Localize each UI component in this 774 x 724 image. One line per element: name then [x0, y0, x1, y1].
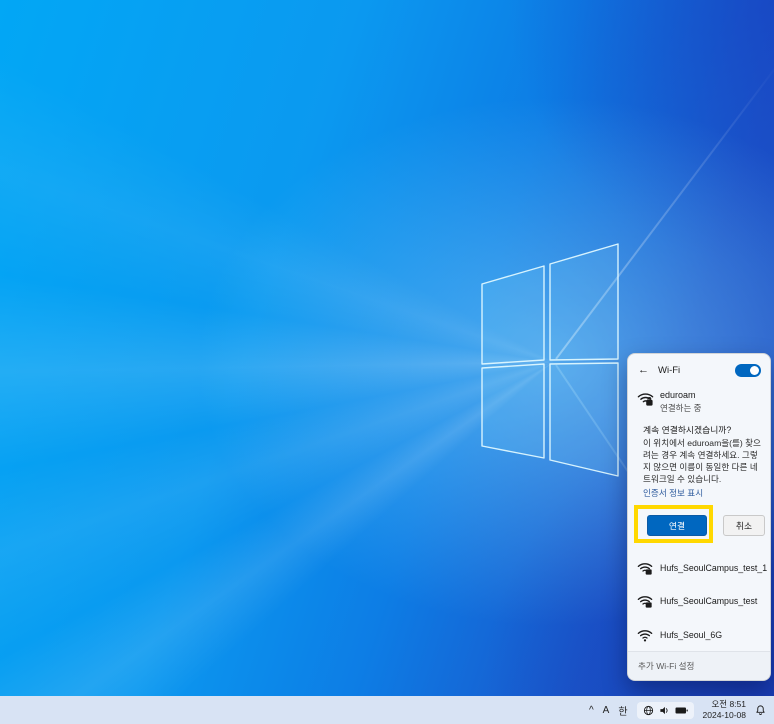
wifi-panel-title: Wi-Fi	[658, 365, 680, 376]
connecting-status: 연결하는 중	[660, 402, 701, 414]
speaker-icon	[659, 705, 670, 716]
connect-button[interactable]: 연결	[647, 515, 707, 536]
ime-latin-indicator[interactable]: A	[603, 705, 610, 716]
network-ssid: Hufs_Seoul_6G	[660, 630, 722, 640]
wifi-icon	[637, 627, 653, 643]
back-button[interactable]: ←	[638, 365, 649, 376]
connecting-network-item[interactable]: eduroam 연결하는 중	[637, 390, 762, 414]
prompt-title: 계속 연결하시겠습니까?	[643, 424, 763, 436]
windows-logo	[480, 240, 620, 480]
notification-bell-icon[interactable]	[755, 704, 766, 716]
connecting-ssid: eduroam	[660, 390, 701, 400]
network-ssid: Hufs_SeoulCampus_test_1	[660, 563, 767, 573]
clock-time: 오전 8:51	[703, 699, 746, 710]
battery-icon	[675, 705, 688, 716]
prompt-body: 이 위치에서 eduroam을(를) 찾으려는 경우 계속 연결하세요. 그렇지…	[643, 438, 763, 485]
wifi-secured-icon	[637, 560, 653, 576]
wifi-flyout-panel: ← Wi-Fi eduroam 연결하는 중 계속 연결하시겠습니까? 이 위치…	[627, 353, 771, 681]
wifi-secured-icon	[637, 390, 654, 407]
taskbar: ^ A 한 오전 8:51 2024-10-08	[0, 696, 774, 724]
connect-prompt: 계속 연결하시겠습니까? 이 위치에서 eduroam을(를) 찾으려는 경우 …	[643, 424, 763, 499]
taskbar-clock[interactable]: 오전 8:51 2024-10-08	[703, 699, 746, 720]
ime-korean-indicator[interactable]: 한	[618, 703, 627, 718]
wifi-secured-icon	[637, 593, 653, 609]
certificate-details-link[interactable]: 인증서 정보 표시	[643, 488, 763, 500]
wifi-toggle[interactable]	[735, 364, 761, 377]
system-tray-group[interactable]	[637, 702, 694, 719]
cancel-button[interactable]: 취소	[723, 515, 765, 536]
network-globe-icon	[643, 705, 654, 716]
network-list-item[interactable]: Hufs_SeoulCampus_test_1	[637, 554, 764, 582]
more-wifi-settings-link[interactable]: 추가 Wi-Fi 설정	[628, 652, 770, 680]
network-list-item[interactable]: Hufs_Seoul_6G	[637, 621, 764, 649]
wifi-toggle-knob	[750, 366, 759, 375]
hidden-icons-chevron[interactable]: ^	[589, 705, 594, 716]
wifi-panel-header: ← Wi-Fi	[638, 362, 761, 378]
network-ssid: Hufs_SeoulCampus_test	[660, 596, 757, 606]
clock-date: 2024-10-08	[703, 710, 746, 721]
network-list-item[interactable]: Hufs_SeoulCampus_test	[637, 587, 764, 615]
screen: ← Wi-Fi eduroam 연결하는 중 계속 연결하시겠습니까? 이 위치…	[0, 0, 774, 724]
